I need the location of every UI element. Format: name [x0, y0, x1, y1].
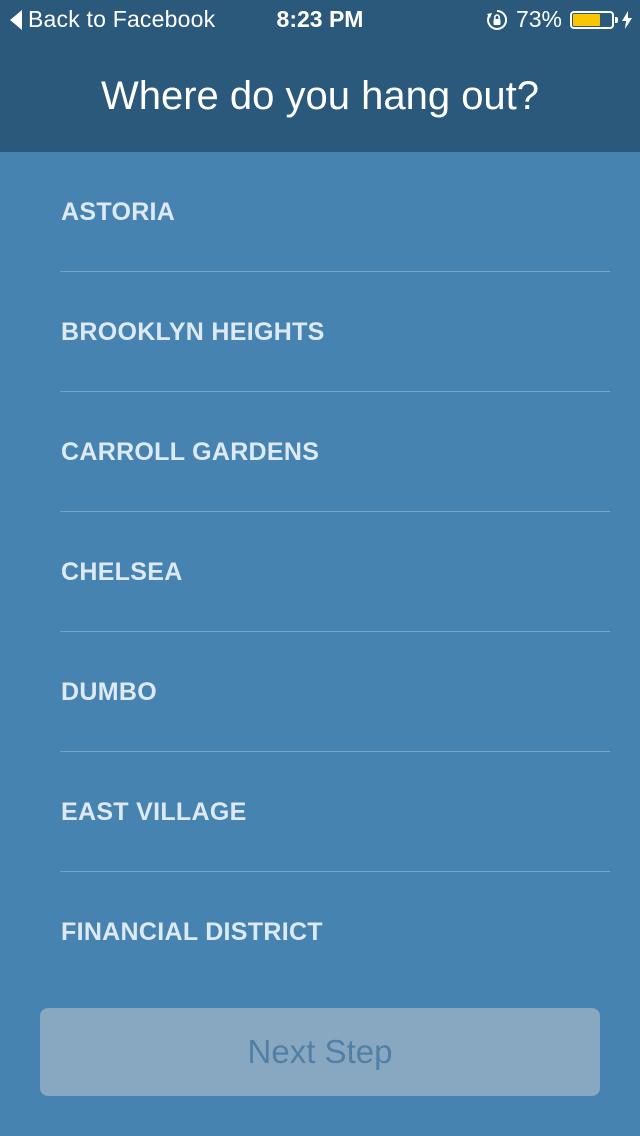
- list-item-financial-district[interactable]: FINANCIAL DISTRICT: [0, 872, 640, 992]
- list-item-label: EAST VILLAGE: [61, 798, 247, 826]
- rotation-lock-icon: [486, 9, 508, 31]
- battery-icon: [570, 10, 618, 29]
- list-item-dumbo[interactable]: DUMBO: [0, 632, 640, 752]
- list-item-label: FINANCIAL DISTRICT: [61, 918, 323, 946]
- list-item-east-village[interactable]: EAST VILLAGE: [0, 752, 640, 872]
- list-item-label: ASTORIA: [61, 198, 176, 226]
- next-step-button[interactable]: Next Step: [40, 1008, 600, 1096]
- status-bar: Back to Facebook 8:23 PM 73%: [0, 0, 640, 40]
- list-item-label: BROOKLYN HEIGHTS: [61, 318, 325, 346]
- list-item-chelsea[interactable]: CHELSEA: [0, 512, 640, 632]
- list-item-brooklyn-heights[interactable]: BROOKLYN HEIGHTS: [0, 272, 640, 392]
- list-item-label: CHELSEA: [61, 558, 183, 586]
- status-indicators: 73%: [486, 6, 632, 33]
- page-title: Where do you hang out?: [100, 74, 540, 118]
- list-item-label: CARROLL GARDENS: [61, 438, 320, 466]
- list-item-label: DUMBO: [61, 678, 157, 706]
- charging-bolt-icon: [622, 10, 632, 29]
- list-item-carroll-gardens[interactable]: CARROLL GARDENS: [0, 392, 640, 512]
- battery-fill: [573, 13, 601, 26]
- neighborhood-list: ASTORIA BROOKLYN HEIGHTS CARROLL GARDENS…: [0, 152, 640, 992]
- header: Back to Facebook 8:23 PM 73% Where do yo…: [0, 0, 640, 152]
- battery-percent: 73%: [515, 6, 562, 32]
- list-item-astoria[interactable]: ASTORIA: [0, 152, 640, 272]
